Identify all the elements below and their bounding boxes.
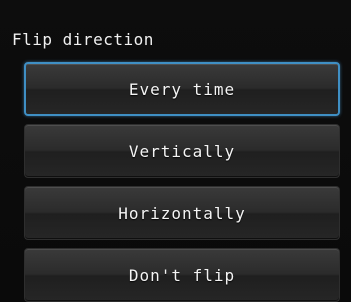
option-dont-flip-button[interactable]: Don't flip <box>24 248 340 302</box>
option-label: Vertically <box>128 141 236 161</box>
option-horizontally-button[interactable]: Horizontally <box>24 186 340 240</box>
flip-direction-panel: Flip direction Every time Vertically Hor… <box>0 0 351 302</box>
option-vertically-button[interactable]: Vertically <box>24 124 340 178</box>
option-list: Every time Vertically Horizontally Don't… <box>24 62 340 302</box>
option-label: Every time <box>128 79 236 99</box>
option-label: Don't flip <box>128 265 236 285</box>
option-label: Horizontally <box>118 203 246 223</box>
option-every-time-button[interactable]: Every time <box>24 62 340 116</box>
panel-title: Flip direction <box>12 30 154 49</box>
